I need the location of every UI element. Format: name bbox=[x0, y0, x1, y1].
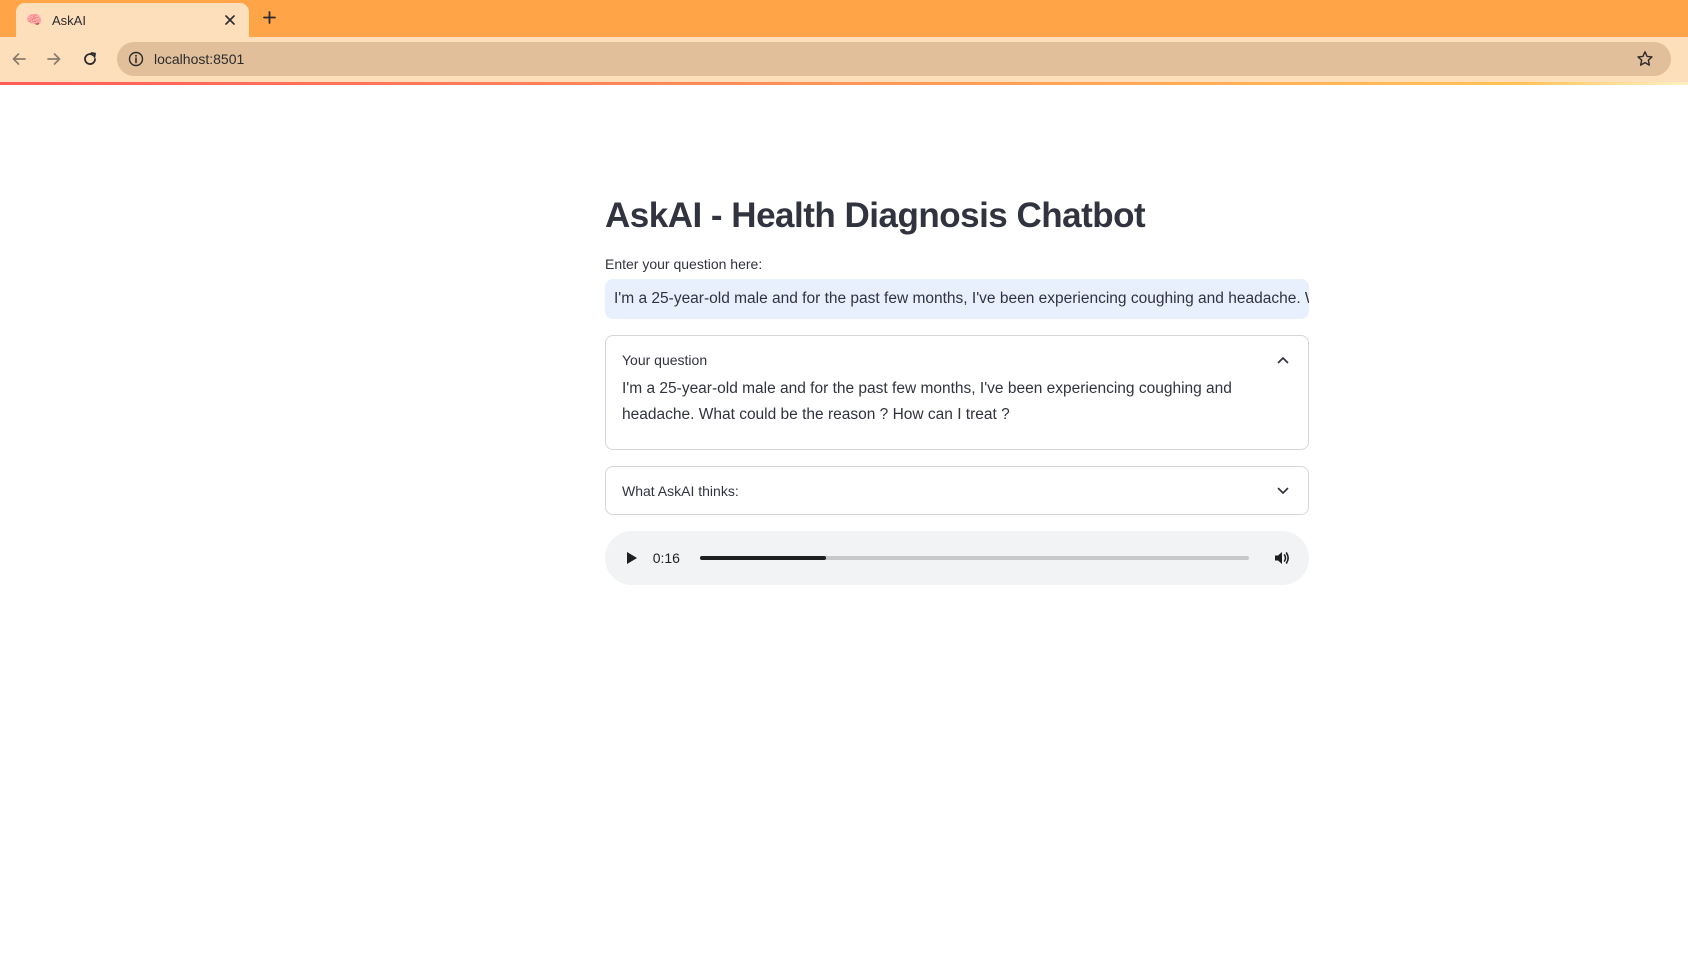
close-icon[interactable] bbox=[221, 11, 239, 29]
your-question-expander: Your question I'm a 25-year-old male and… bbox=[605, 335, 1309, 450]
play-icon[interactable] bbox=[621, 547, 643, 569]
audio-time: 0:16 bbox=[652, 550, 680, 566]
your-question-text: I'm a 25-year-old male and for the past … bbox=[622, 380, 1232, 423]
browser-tab[interactable]: 🧠 AskAI bbox=[16, 3, 249, 37]
forward-icon[interactable] bbox=[42, 47, 66, 71]
page-title: AskAI - Health Diagnosis Chatbot bbox=[605, 196, 1146, 235]
question-input-label: Enter your question here: bbox=[605, 256, 763, 272]
browser-toolbar: localhost:8501 bbox=[0, 37, 1688, 83]
audio-player: 0:16 bbox=[605, 531, 1309, 585]
browser-tab-strip: 🧠 AskAI bbox=[0, 0, 1688, 37]
audio-progress-bar[interactable] bbox=[700, 556, 1250, 560]
reload-icon[interactable] bbox=[78, 47, 102, 71]
expander-title: Your question bbox=[622, 352, 708, 368]
expander-title: What AskAI thinks: bbox=[622, 483, 739, 499]
chevron-up-icon[interactable] bbox=[1274, 351, 1292, 369]
app-top-decoration bbox=[0, 82, 1688, 85]
volume-icon[interactable] bbox=[1271, 547, 1293, 569]
brain-icon: 🧠 bbox=[26, 12, 43, 27]
askai-answer-expander[interactable]: What AskAI thinks: bbox=[605, 466, 1309, 515]
chevron-down-icon[interactable] bbox=[1274, 482, 1292, 500]
address-url: localhost:8501 bbox=[154, 51, 245, 67]
audio-progress-fill bbox=[700, 556, 827, 560]
info-icon[interactable] bbox=[127, 50, 145, 68]
tab-title: AskAI bbox=[52, 12, 86, 28]
star-icon[interactable] bbox=[1635, 49, 1655, 69]
question-input[interactable]: I'm a 25-year-old male and for the past … bbox=[605, 279, 1309, 319]
app-main: AskAI - Health Diagnosis Chatbot Enter y… bbox=[605, 190, 1309, 585]
plus-icon[interactable] bbox=[258, 6, 280, 28]
address-bar[interactable]: localhost:8501 bbox=[117, 42, 1671, 76]
askai-answer-expander-header[interactable]: What AskAI thinks: bbox=[606, 467, 1308, 515]
back-icon[interactable] bbox=[7, 47, 31, 71]
